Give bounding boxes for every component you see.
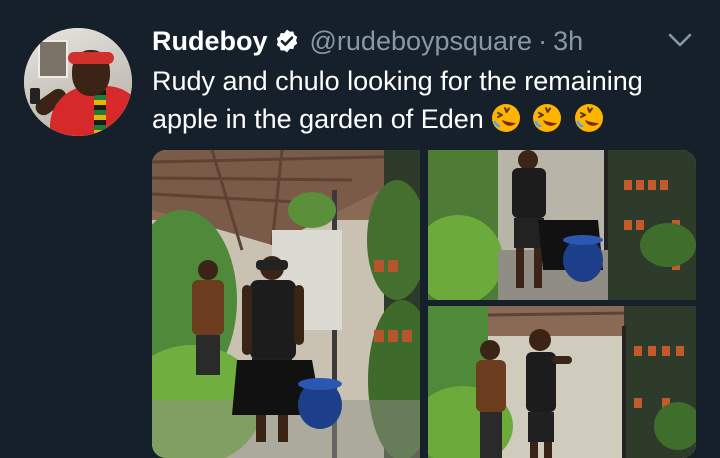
author-handle[interactable]: @rudeboypsquare: [310, 26, 533, 57]
emoji-group: [490, 102, 607, 144]
rolling-on-floor-laughing-emoji: [491, 104, 520, 132]
tweet-timestamp[interactable]: 3h: [553, 26, 583, 57]
author-name[interactable]: Rudeboy: [152, 26, 268, 57]
tweet-header: Rudeboy @rudeboypsquare · 3h: [152, 22, 583, 60]
tweet-photo-2[interactable]: [428, 150, 696, 300]
tweet[interactable]: Rudeboy @rudeboypsquare · 3h Rudy and ch…: [0, 0, 720, 458]
rolling-on-floor-laughing-emoji: [533, 104, 562, 132]
tweet-photo-3[interactable]: [428, 306, 696, 458]
tweet-photo-1[interactable]: [152, 150, 420, 458]
chevron-down-icon[interactable]: [666, 30, 694, 50]
tweet-text: Rudy and chulo looking for the remaining…: [152, 62, 712, 144]
verified-badge-icon: [276, 29, 297, 53]
avatar[interactable]: [24, 28, 132, 136]
meta-separator: ·: [538, 25, 548, 56]
rolling-on-floor-laughing-emoji: [574, 104, 603, 132]
